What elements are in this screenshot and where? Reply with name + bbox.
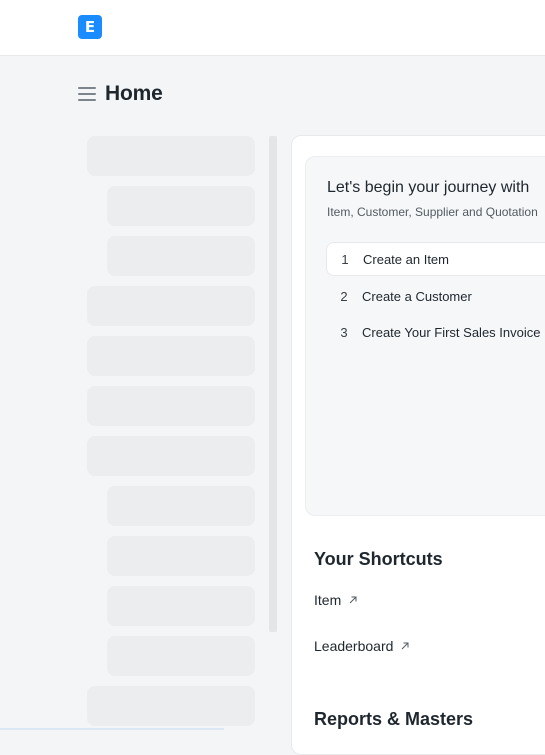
shortcut-leaderboard[interactable]: Leaderboard — [314, 638, 410, 654]
sidebar-skeleton-item — [87, 436, 255, 476]
page-header: Home — [78, 80, 163, 108]
onboarding-title: Let's begin your journey with — [327, 179, 530, 196]
sidebar-skeleton-item — [107, 236, 255, 276]
page-title: Home — [105, 82, 163, 105]
step-label: Create an Item — [363, 251, 449, 267]
hamburger-menu-icon[interactable] — [78, 87, 96, 101]
shortcuts-title: Your Shortcuts — [314, 549, 443, 569]
onboarding-step-create-sales-invoice[interactable]: 3 Create Your First Sales Invoice — [326, 315, 545, 349]
sidebar-skeleton-item — [107, 586, 255, 626]
sidebar-skeleton-item — [87, 386, 255, 426]
sidebar-skeleton-item — [87, 336, 255, 376]
sidebar-skeleton-item — [87, 136, 255, 176]
step-number: 2 — [340, 288, 348, 304]
sidebar-skeleton-item — [87, 286, 255, 326]
shortcut-label: Item — [314, 592, 342, 608]
shortcut-item[interactable]: Item — [314, 592, 358, 608]
step-label: Create Your First Sales Invoice — [362, 324, 541, 340]
step-number: 3 — [340, 324, 348, 340]
top-navbar: E — [0, 0, 545, 56]
sidebar-skeleton-item — [107, 486, 255, 526]
sidebar-skeleton-item — [107, 536, 255, 576]
sidebar-skeleton-item — [107, 186, 255, 226]
external-arrow-icon — [402, 642, 409, 650]
external-arrow-icon — [349, 596, 357, 604]
step-label: Create a Customer — [362, 288, 472, 304]
reports-masters-title: Reports & Masters — [314, 709, 474, 729]
sidebar-scrollbar[interactable] — [269, 136, 277, 632]
sidebar-skeleton-item — [107, 636, 255, 676]
shortcut-label: Leaderboard — [314, 638, 394, 654]
sidebar-skeleton-item — [87, 686, 255, 726]
onboarding-step-create-customer[interactable]: 2 Create a Customer — [326, 279, 545, 313]
step-number: 1 — [341, 251, 349, 267]
onboarding-subtitle: Item, Customer, Supplier and Quotation — [327, 205, 538, 219]
app-logo[interactable]: E — [78, 15, 102, 39]
onboarding-step-create-item[interactable]: 1 Create an Item — [326, 242, 545, 276]
